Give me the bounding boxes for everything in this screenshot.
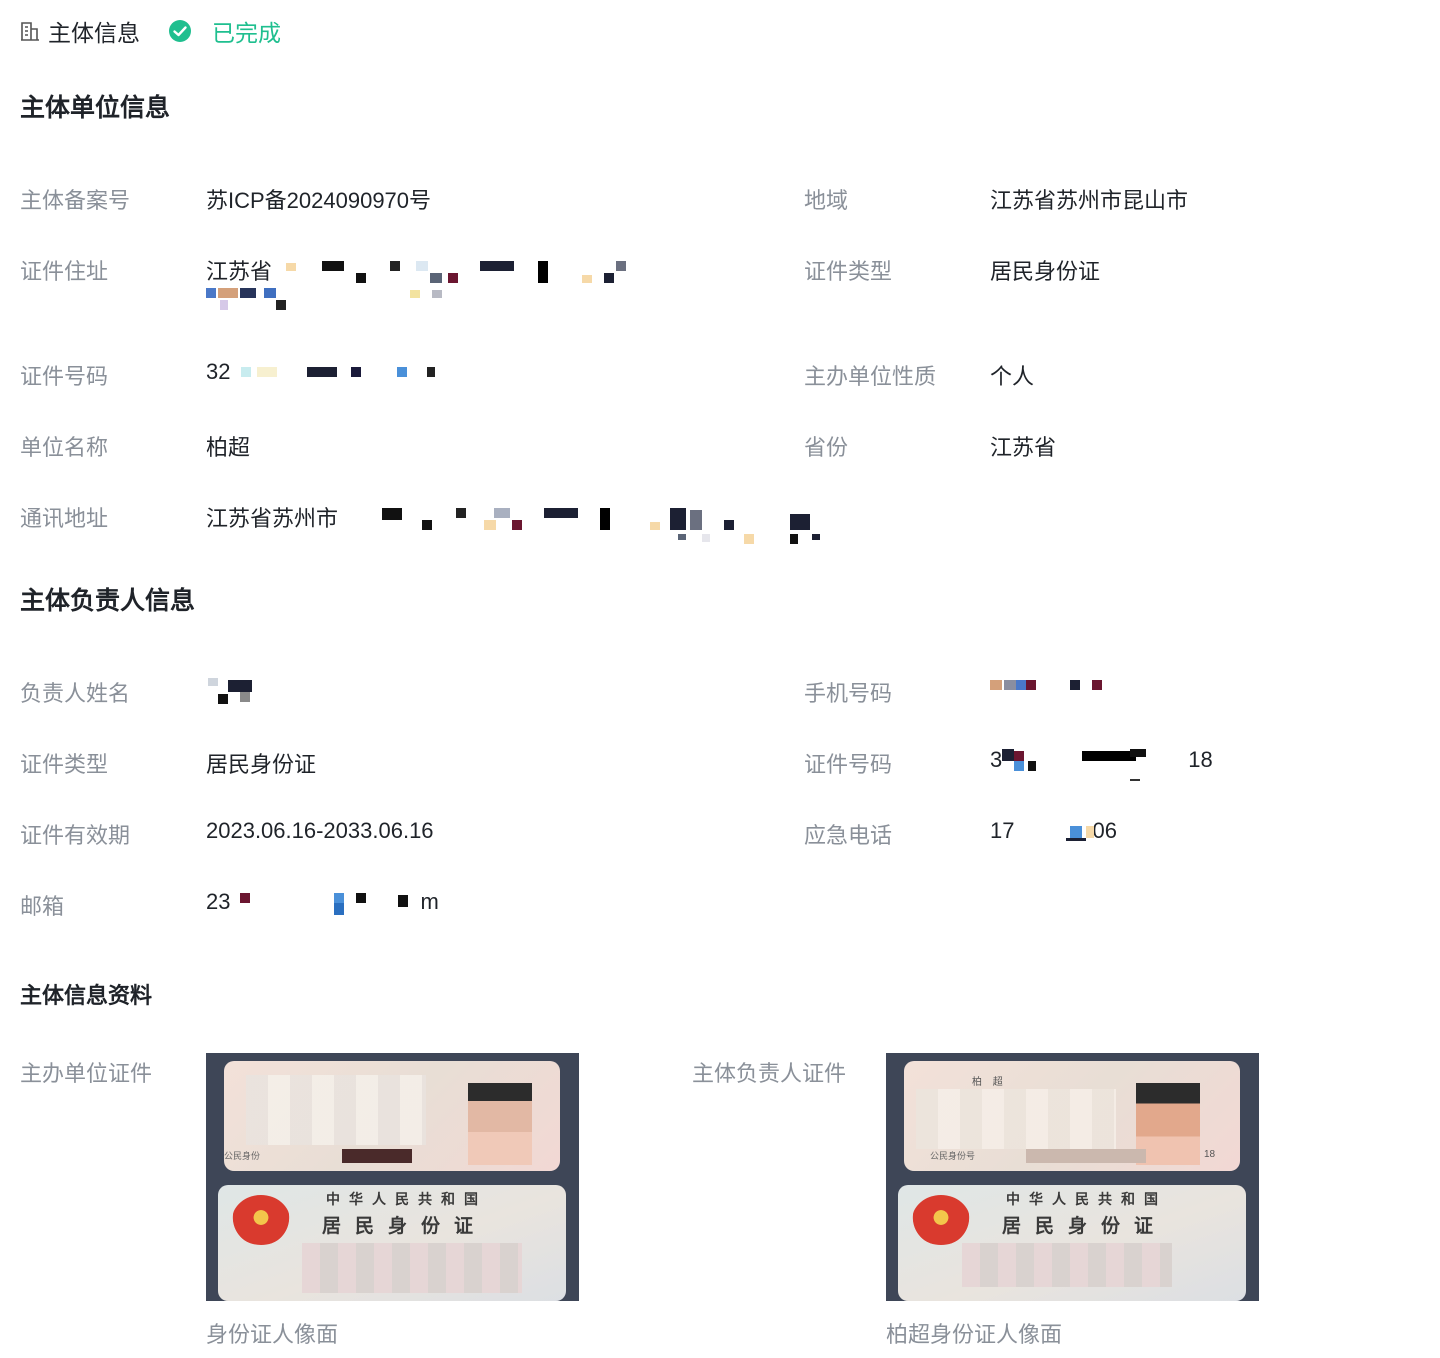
id-card-line2: 居民身份证 (1002, 1215, 1168, 1237)
label-person-cert-type: 证件类型 (20, 752, 109, 777)
value-org-nature: 个人 (990, 364, 1035, 389)
redacted-mask (916, 1089, 1116, 1149)
label-person-doc: 主体负责人证件 (692, 1061, 847, 1086)
id-card-line2: 居民身份证 (322, 1215, 488, 1237)
org-id-card-image[interactable]: 公民身份 中华人民共和国 居民身份证 (206, 1053, 579, 1301)
value-emergency-phone: 17 06 (990, 818, 1117, 844)
value-person-cert-type: 居民身份证 (206, 752, 317, 777)
redacted-mask (302, 1243, 522, 1293)
national-emblem-icon (232, 1195, 290, 1245)
redacted-mask (342, 1149, 412, 1163)
redacted-mask (246, 1075, 426, 1145)
emergency-prefix: 17 (990, 818, 1015, 843)
value-org-name: 柏超 (206, 435, 251, 460)
value-cert-type: 居民身份证 (990, 259, 1101, 284)
label-cert-no: 证件号码 (20, 364, 109, 389)
value-cert-address: 江苏省 (206, 254, 678, 286)
label-emergency-phone: 应急电话 (804, 823, 893, 848)
id-card-line1: 中华人民共和国 (1006, 1192, 1167, 1208)
check-circle-icon (168, 19, 192, 43)
redacted-mask (1014, 820, 1095, 844)
label-org-name: 单位名称 (20, 435, 109, 460)
emergency-suffix: 06 (1092, 818, 1117, 843)
section-title-org: 主体单位信息 (20, 94, 171, 122)
id-card-small-label: 公民身份 (224, 1151, 261, 1161)
redacted-mask (278, 261, 678, 285)
email-suffix: m (420, 889, 439, 914)
person-cert-no-suffix: 18 (1188, 747, 1213, 772)
section-title-person: 主体负责人信息 (20, 587, 196, 615)
label-org-nature: 主办单位性质 (804, 364, 937, 389)
redacted-mask (670, 534, 830, 558)
label-cert-address: 证件住址 (20, 259, 109, 284)
label-province: 省份 (804, 435, 849, 460)
value-mail-address: 江苏省苏州市 (206, 501, 824, 533)
label-mail-address: 通讯地址 (20, 506, 109, 531)
redacted-mask (206, 676, 254, 704)
redacted-mask (230, 891, 420, 916)
value-cert-no: 32 (206, 359, 437, 385)
status-badge: 已完成 (212, 20, 281, 46)
value-validity: 2023.06.16-2033.06.16 (206, 818, 434, 843)
building-icon (20, 20, 40, 42)
id-card-tail: 18 (1204, 1149, 1216, 1160)
portrait-photo (468, 1083, 532, 1165)
value-person-cert-no: 3 18 (990, 747, 1213, 782)
value-record-no: 苏ICP备2024090970号 (206, 188, 432, 213)
id-card-line1: 中华人民共和国 (326, 1192, 487, 1208)
redacted-mask (344, 508, 824, 532)
label-record-no: 主体备案号 (20, 188, 131, 213)
person-doc-caption: 柏超身份证人像面 (886, 1322, 1063, 1347)
cert-address-prefix: 江苏省 (206, 259, 273, 284)
label-person-cert-no: 证件号码 (804, 752, 893, 777)
id-card-small-label: 公民身份号 (930, 1151, 976, 1161)
section-title-docs: 主体信息资料 (20, 983, 153, 1008)
label-region: 地域 (804, 188, 849, 213)
person-id-card-image[interactable]: 柏 超 公民身份号 18 中华人民共和国 居民身份证 (886, 1053, 1259, 1301)
label-org-doc: 主办单位证件 (20, 1061, 153, 1086)
label-cert-type: 证件类型 (804, 259, 893, 284)
value-region: 江苏省苏州市昆山市 (990, 188, 1189, 213)
label-email: 邮箱 (20, 894, 65, 919)
id-card-name: 柏 超 (972, 1077, 1007, 1088)
redacted-mask (206, 288, 506, 312)
value-province: 江苏省 (990, 435, 1057, 460)
redacted-mask (962, 1243, 1172, 1287)
email-prefix: 23 (206, 889, 231, 914)
label-person-name: 负责人姓名 (20, 681, 131, 706)
value-email: 23 m (206, 889, 439, 916)
org-doc-caption: 身份证人像面 (206, 1322, 339, 1347)
label-phone: 手机号码 (804, 681, 893, 706)
national-emblem-icon (912, 1195, 970, 1245)
status-bar: 主体信息 已完成 (20, 14, 281, 48)
page-title: 主体信息 (48, 20, 140, 46)
redacted-mask (237, 361, 437, 385)
mail-address-prefix: 江苏省苏州市 (206, 506, 339, 531)
cert-no-prefix: 32 (206, 359, 231, 384)
label-validity: 证件有效期 (20, 823, 131, 848)
person-cert-no-prefix: 3 (990, 747, 1003, 772)
redacted-mask (990, 678, 1130, 702)
redacted-mask (1026, 1149, 1146, 1163)
redacted-mask (1002, 749, 1188, 782)
